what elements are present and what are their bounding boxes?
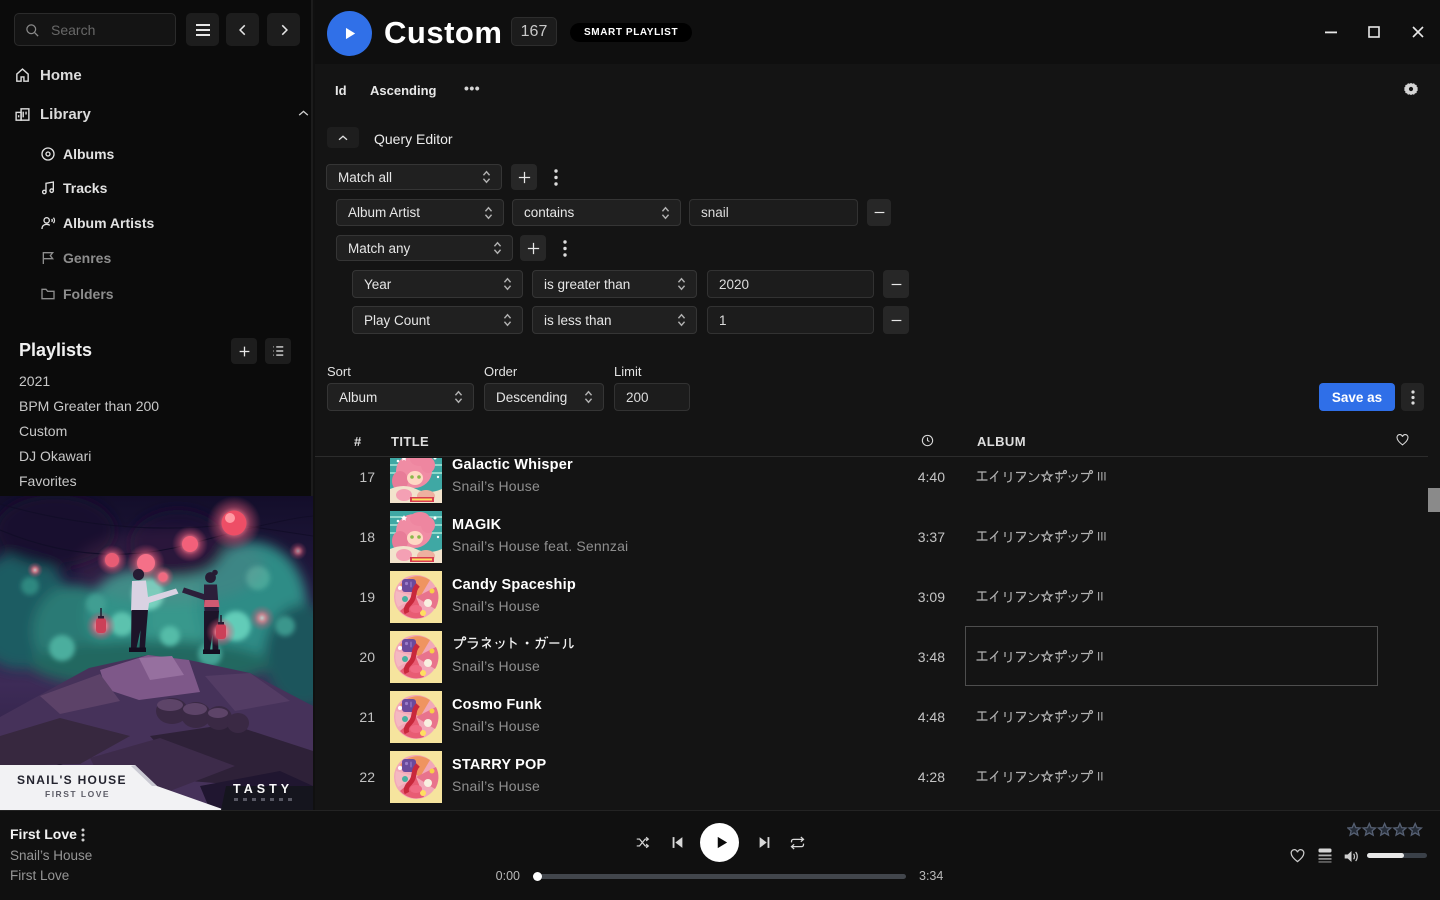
svg-text:SNAIL'S HOUSE: SNAIL'S HOUSE xyxy=(17,773,127,787)
svg-text:III: III xyxy=(1097,472,1107,484)
svg-text:TASTY: TASTY xyxy=(233,782,293,796)
svg-text:FIRST LOVE: FIRST LOVE xyxy=(45,789,110,799)
svg-text:II: II xyxy=(1097,712,1103,724)
svg-text:II: II xyxy=(1097,592,1103,604)
svg-text:II: II xyxy=(1097,772,1103,784)
svg-text:III: III xyxy=(1097,532,1107,544)
